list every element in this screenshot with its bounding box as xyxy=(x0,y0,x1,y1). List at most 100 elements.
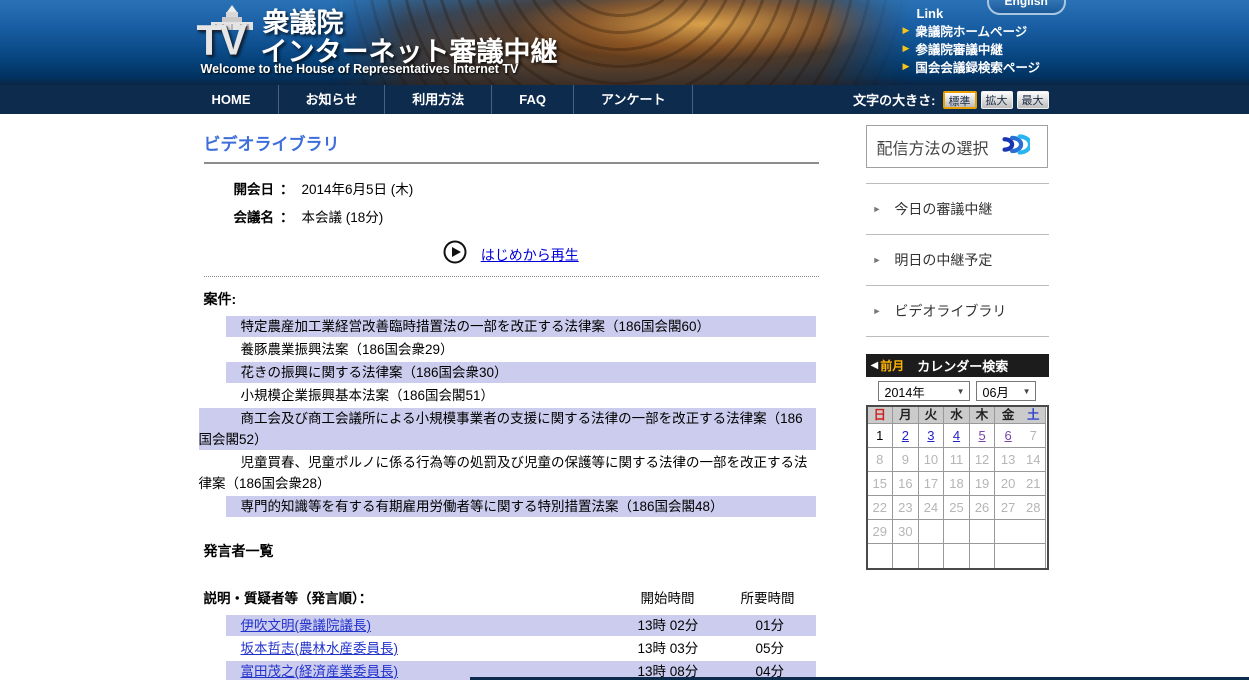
speakers-table: 伊吹文明(衆議院議長) 13時 02分 01分 坂本哲志(農林水産委員長) 13… xyxy=(204,615,819,680)
month-select[interactable]: 06月 ▼ xyxy=(975,381,1036,401)
calendar-day-cell[interactable] xyxy=(893,544,919,568)
calendar-day-cell[interactable] xyxy=(995,544,1021,568)
play-from-start-link[interactable]: はじめから再生 xyxy=(481,247,579,263)
speaker-duration: 05分 xyxy=(755,641,785,656)
calendar-day-header: 水 xyxy=(944,407,970,424)
calendar-day-cell[interactable]: 9 xyxy=(893,448,919,472)
sidebar-menu-label: 今日の審議中継 xyxy=(894,201,993,217)
meeting-meta: 開会日 ： 2014年6月5日 (木) 会議名 ： 本会議 (18分) xyxy=(234,176,819,232)
calendar-day-headers: 日 月 火 水 木 金 土 xyxy=(867,407,1047,424)
calendar-day-cell[interactable]: 26 xyxy=(969,496,996,520)
calendar-day-cell[interactable]: 4 xyxy=(944,424,970,448)
site-header: TV 衆議院 インターネット審議中継 Welcome to the House … xyxy=(0,0,1249,85)
calendar-day-cell[interactable]: 14 xyxy=(1020,448,1047,472)
calendar-day-cell[interactable]: 25 xyxy=(944,496,970,520)
speaker-row: 坂本哲志(農林水産委員長) 13時 03分 05分 xyxy=(226,638,816,659)
speakers-table-header: 説明・質疑者等（発言順）： 開始時間 所要時間 xyxy=(204,587,819,607)
calendar-day-cell[interactable] xyxy=(867,544,894,568)
calendar-day-cell[interactable]: 23 xyxy=(893,496,919,520)
calendar-day-cell[interactable] xyxy=(918,544,945,568)
english-button[interactable]: English xyxy=(986,0,1066,15)
nav-item[interactable]: アンケート xyxy=(574,85,694,114)
play-icon[interactable] xyxy=(443,240,471,268)
agenda-item: 専門的知識等を有する有期雇用労働者等に関する特別措置法案（186国会閣48） xyxy=(225,496,816,517)
left-arrow-icon: ◀ xyxy=(870,360,879,371)
triangle-bullet-icon: ▶ xyxy=(902,61,910,71)
calendar-day-cell[interactable]: 5 xyxy=(969,424,996,448)
speaker-link[interactable]: 富田茂之(経済産業委員長) xyxy=(241,664,399,679)
sidebar-menu-item[interactable]: ► 今日の審議中継 xyxy=(865,184,1049,235)
calendar-day-cell[interactable]: 13 xyxy=(995,448,1021,472)
meeting-meta-row: 開会日 ： 2014年6月5日 (木) xyxy=(234,176,819,204)
calendar-day-cell[interactable]: 28 xyxy=(1020,496,1047,520)
calendar-day-cell[interactable]: 1 xyxy=(867,424,894,448)
calendar-day-cell[interactable]: 2 xyxy=(893,424,919,448)
calendar-day-cell[interactable]: 16 xyxy=(893,472,919,496)
calendar-day-cell[interactable]: 21 xyxy=(1020,472,1047,496)
calendar-day-cell[interactable]: 3 xyxy=(918,424,945,448)
text-size-button[interactable]: 最大 xyxy=(1016,90,1049,109)
sidebar: 配信方法の選択 ► 今日の審議中継 ► 明日の中継予定 ► ビデオライブラリ ◀… xyxy=(865,125,1049,570)
calendar-day-cell[interactable]: 19 xyxy=(969,472,996,496)
calendar-table: 日 月 火 水 木 金 土 1 2 3 4 5 6 7 8 9 10 11 12… xyxy=(865,405,1049,570)
calendar-day-cell[interactable] xyxy=(995,520,1021,544)
speaker-link[interactable]: 伊吹文明(衆議院議長) xyxy=(241,618,372,633)
header-link[interactable]: 国会会議録検索ページ xyxy=(915,57,1040,76)
calendar-day-cell[interactable]: 10 xyxy=(918,448,945,472)
header-right: English Link ▶ 衆議院ホームページ ▶ 参議院審議中継 ▶ 国会会… xyxy=(903,0,1071,85)
header-link[interactable]: 参議院審議中継 xyxy=(915,39,1003,58)
calendar-day-cell[interactable]: 12 xyxy=(969,448,996,472)
calendar-day-cell[interactable] xyxy=(1020,544,1047,568)
calendar-day-cell[interactable] xyxy=(944,520,970,544)
calendar-day-cell[interactable] xyxy=(944,544,970,568)
calendar-header: ◀ 前月 カレンダー検索 xyxy=(865,354,1049,377)
site-logo: TV 衆議院 インターネット審議中継 Welcome to the House … xyxy=(193,0,623,85)
calendar-day-cell[interactable]: 24 xyxy=(918,496,945,520)
sidebar-menu-label: ビデオライブラリ xyxy=(894,303,1007,319)
sidebar-menu-item[interactable]: ► ビデオライブラリ xyxy=(865,286,1049,337)
month-select-value: 06月 xyxy=(982,385,1009,400)
calendar-day-cell[interactable] xyxy=(969,544,996,568)
calendar-day-cell[interactable]: 11 xyxy=(944,448,970,472)
calendar-days: 1 2 3 4 5 6 7 8 9 10 11 12 13 14 15 16 1… xyxy=(867,424,1047,568)
calendar-day-cell[interactable]: 27 xyxy=(995,496,1021,520)
menu-arrow-icon: ► xyxy=(872,306,882,316)
calendar-day-header: 日 xyxy=(867,407,894,424)
calendar-day-cell[interactable] xyxy=(1020,520,1047,544)
calendar-day-cell[interactable]: 6 xyxy=(995,424,1021,448)
calendar-day-cell[interactable]: 20 xyxy=(995,472,1021,496)
header-link[interactable]: 衆議院ホームページ xyxy=(915,21,1027,40)
calendar-day-cell[interactable]: 17 xyxy=(918,472,945,496)
nav-item[interactable]: FAQ xyxy=(492,85,574,114)
meta-label: 会議名 xyxy=(233,210,275,225)
calendar-day-cell[interactable]: 29 xyxy=(867,520,894,544)
page-title: ビデオライブラリ xyxy=(203,130,819,164)
sidebar-menu-item[interactable]: ► 明日の中継予定 xyxy=(865,235,1049,286)
nav-item[interactable]: HOME xyxy=(185,85,279,114)
calendar-day-cell[interactable]: 15 xyxy=(867,472,894,496)
welcome-text: Welcome to the House of Representatives … xyxy=(200,62,519,76)
nav-item[interactable]: 利用方法 xyxy=(385,85,493,114)
nav-item[interactable]: お知らせ xyxy=(279,85,386,114)
play-row: はじめから再生 xyxy=(204,240,819,266)
speaker-link[interactable]: 坂本哲志(農林水産委員長) xyxy=(241,641,399,656)
calendar-day-cell[interactable] xyxy=(918,520,945,544)
prev-month-button[interactable]: ◀ 前月 xyxy=(871,357,905,374)
main-content: ビデオライブラリ 開会日 ： 2014年6月5日 (木) 会議名 ： 本会議 (18分) xyxy=(198,130,819,680)
calendar-day-cell[interactable]: 22 xyxy=(867,496,894,520)
calendar-day-cell[interactable]: 7 xyxy=(1020,424,1047,448)
prev-month-label: 前月 xyxy=(880,359,905,373)
calendar-title: カレンダー検索 xyxy=(917,359,1009,374)
delivery-method-label: 配信方法の選択 xyxy=(876,140,989,158)
header-link-item: ▶ 参議院審議中継 xyxy=(903,40,1071,57)
calendar-day-cell[interactable]: 18 xyxy=(944,472,970,496)
calendar-day-cell[interactable]: 8 xyxy=(867,448,894,472)
calendar-day-cell[interactable]: 30 xyxy=(893,520,919,544)
calendar-day-cell[interactable] xyxy=(969,520,996,544)
agenda-item: 養豚農業振興法案（186国会衆29） xyxy=(240,342,454,357)
year-select[interactable]: 2014年 ▼ xyxy=(877,381,970,401)
delivery-method-button[interactable]: 配信方法の選択 xyxy=(865,125,1048,168)
text-size-button[interactable]: 標準 xyxy=(942,90,977,109)
sidebar-menu-label: 明日の中継予定 xyxy=(894,252,993,268)
text-size-button[interactable]: 拡大 xyxy=(980,90,1013,109)
